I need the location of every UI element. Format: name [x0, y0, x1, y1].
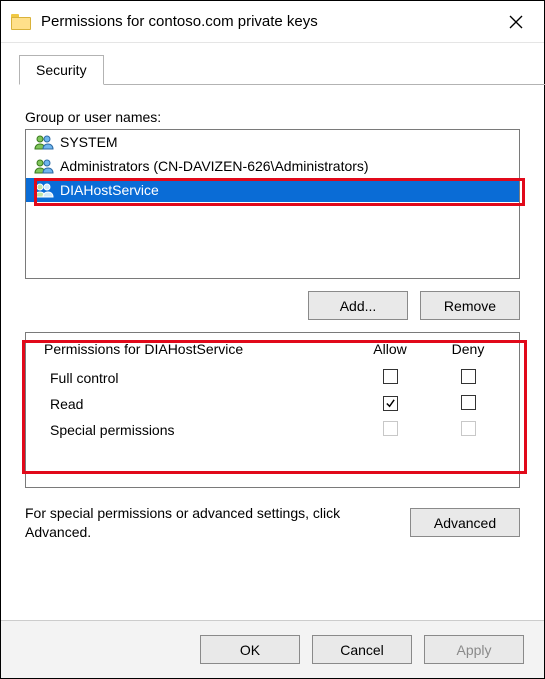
title-bar: Permissions for contoso.com private keys — [1, 1, 544, 43]
folder-icon — [11, 14, 31, 30]
permissions-table: Permissions for DIAHostService Allow Den… — [25, 332, 520, 488]
checkbox-deny — [461, 421, 476, 436]
permission-row: Read — [44, 391, 507, 417]
checkbox-allow[interactable] — [383, 369, 398, 384]
permission-row: Special permissions — [44, 417, 507, 443]
checkbox-deny[interactable] — [461, 395, 476, 410]
permission-name: Special permissions — [44, 422, 351, 438]
remove-button[interactable]: Remove — [420, 291, 520, 320]
cancel-button-label: Cancel — [340, 642, 384, 658]
add-button[interactable]: Add... — [308, 291, 408, 320]
group-icon — [34, 158, 54, 174]
window-title: Permissions for contoso.com private keys — [41, 13, 494, 30]
tab-security[interactable]: Security — [19, 55, 104, 85]
advanced-button[interactable]: Advanced — [410, 508, 520, 537]
advanced-text: For special permissions or advanced sett… — [25, 504, 396, 542]
list-item-label: DIAHostService — [60, 182, 159, 198]
checkbox-allow[interactable] — [383, 396, 398, 411]
security-panel: Group or user names: SYSTEM Administrato… — [1, 85, 544, 542]
close-icon — [509, 15, 523, 29]
user-buttons-row: Add... Remove — [25, 291, 520, 320]
tab-strip: Security — [19, 55, 544, 85]
permissions-title: Permissions for DIAHostService — [44, 341, 351, 357]
permissions-header: Permissions for DIAHostService Allow Den… — [44, 333, 507, 365]
dialog-button-bar: OK Cancel Apply — [1, 620, 544, 678]
apply-button[interactable]: Apply — [424, 635, 524, 664]
list-item-label: Administrators (CN-DAVIZEN-626\Administr… — [60, 158, 369, 174]
ok-button-label: OK — [240, 642, 260, 658]
ok-button[interactable]: OK — [200, 635, 300, 664]
user-list[interactable]: SYSTEM Administrators (CN-DAVIZEN-626\Ad… — [25, 129, 520, 279]
list-item-label: SYSTEM — [60, 134, 118, 150]
permission-name: Read — [44, 396, 351, 412]
group-icon — [34, 182, 54, 198]
checkbox-deny[interactable] — [461, 369, 476, 384]
close-button[interactable] — [494, 1, 538, 43]
allow-column-header: Allow — [351, 341, 429, 357]
group-icon — [34, 134, 54, 150]
remove-button-label: Remove — [444, 298, 496, 314]
advanced-button-label: Advanced — [434, 515, 496, 531]
list-item[interactable]: Administrators (CN-DAVIZEN-626\Administr… — [26, 154, 519, 178]
cancel-button[interactable]: Cancel — [312, 635, 412, 664]
permission-name: Full control — [44, 370, 351, 386]
list-item[interactable]: SYSTEM — [26, 130, 519, 154]
apply-button-label: Apply — [456, 642, 491, 658]
group-users-label: Group or user names: — [25, 109, 520, 125]
add-button-label: Add... — [340, 298, 377, 314]
list-item[interactable]: DIAHostService — [26, 178, 519, 202]
checkbox-allow — [383, 421, 398, 436]
permission-row: Full control — [44, 365, 507, 391]
deny-column-header: Deny — [429, 341, 507, 357]
advanced-row: For special permissions or advanced sett… — [25, 504, 520, 542]
check-icon — [385, 398, 396, 409]
